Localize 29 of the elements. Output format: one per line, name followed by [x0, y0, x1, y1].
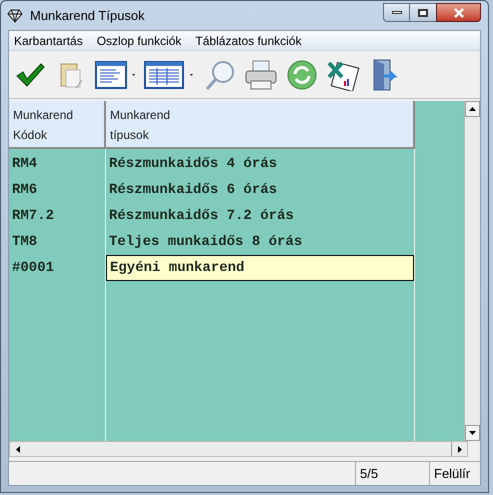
- close-button[interactable]: [436, 3, 481, 22]
- table-cell[interactable]: Egyéni munkarend: [106, 255, 414, 281]
- left-arrow-icon: [16, 446, 20, 452]
- column-header[interactable]: Munkarend Kódok: [9, 101, 106, 149]
- diamond-icon: [7, 8, 23, 22]
- table-cell[interactable]: Részmunkaidős 6 órás: [106, 177, 414, 203]
- table-cell-text: #0001: [11, 258, 56, 278]
- right-arrow-icon: [458, 446, 462, 452]
- down-arrow-icon: [469, 431, 476, 435]
- menu-item[interactable]: Táblázatos funkciók: [195, 32, 302, 50]
- window-title: Munkarend Típusok: [30, 6, 145, 25]
- table-cell[interactable]: Teljes munkaidős 8 órás: [106, 229, 414, 255]
- column-header[interactable]: Munkarend típusok: [106, 101, 415, 149]
- table-cell[interactable]: Részmunkaidős 4 órás: [106, 151, 414, 177]
- close-icon: [452, 8, 464, 18]
- menu-item[interactable]: Oszlop funkciók: [96, 32, 182, 50]
- table-cell[interactable]: Részmunkaidős 7.2 órás: [106, 203, 414, 229]
- vertical-scrollbar[interactable]: [464, 101, 480, 441]
- edit-mode: Felülír: [433, 464, 472, 483]
- table-cell-text: RM7.2: [11, 206, 56, 226]
- minimize-button[interactable]: [383, 3, 410, 22]
- record-count: 5/5: [356, 462, 430, 485]
- table-cell-text: RM4: [11, 154, 38, 174]
- menu-item[interactable]: Karbantartás: [14, 32, 83, 50]
- table-cell-text: TM8: [11, 232, 38, 252]
- horizontal-scrollbar[interactable]: [9, 441, 468, 457]
- table-cell-text: RM6: [11, 180, 38, 200]
- maximize-button[interactable]: [410, 3, 436, 22]
- up-arrow-icon: [469, 107, 476, 111]
